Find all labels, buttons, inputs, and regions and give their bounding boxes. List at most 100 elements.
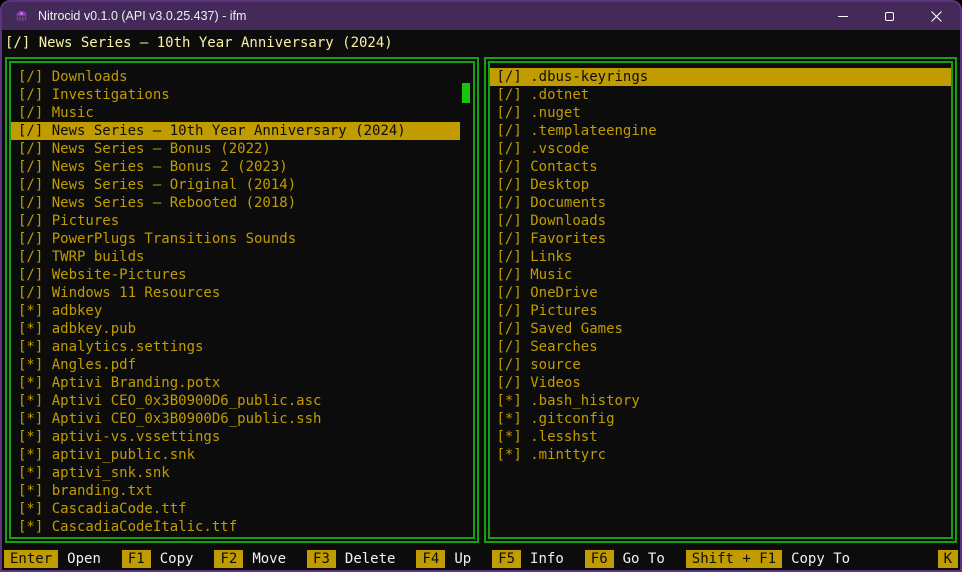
file-row[interactable]: [*] Angles.pdf [11, 356, 460, 374]
file-row[interactable]: [*]adbkey [11, 302, 460, 320]
file-row[interactable]: [*]branding.txt [11, 482, 460, 500]
close-button[interactable] [913, 2, 960, 30]
keybinding-key[interactable]: Shift + F1 [686, 550, 782, 568]
file-row[interactable]: [/] Contacts [490, 158, 952, 176]
file-row[interactable]: [*]Aptivi CEO_0x3B0900D6_public.ssh [11, 410, 460, 428]
entry-name: branding.txt [52, 483, 153, 499]
entry-type-marker: [*] [18, 411, 43, 427]
file-row[interactable]: [/]Links [490, 248, 952, 266]
entry-type-marker: [/] [497, 357, 522, 373]
file-row[interactable]: [*]aptivi_public.snk [11, 446, 460, 464]
file-row[interactable]: [*]Aptivi CEO_0x3B0900D6_public.asc [11, 392, 460, 410]
file-row[interactable]: [/].vscode [490, 140, 952, 158]
file-row[interactable]: [/]Searches [490, 338, 952, 356]
keybinding-key[interactable]: F6 [585, 550, 614, 568]
entry-name: aptivi_snk.snk [52, 465, 170, 481]
entry-name: Angles.pdf [52, 357, 136, 373]
file-row[interactable]: [/] News Series – Bonus 2 (2023) [11, 158, 460, 176]
entry-type-marker: [/] [497, 375, 522, 391]
file-row[interactable]: [*]adbkey.pub [11, 320, 460, 338]
titlebar[interactable]: Nitrocid v0.1.0 (API v3.0.25.437) - ifm [2, 2, 960, 30]
entry-type-marker: [/] [18, 195, 43, 211]
maximize-button[interactable] [866, 2, 913, 30]
entry-type-marker: [/] [18, 177, 43, 193]
file-row[interactable]: [/]Investigations [11, 86, 460, 104]
file-row[interactable]: [/]Downloads [490, 212, 952, 230]
file-row[interactable]: [/] News Series – Original (2014) [11, 176, 460, 194]
file-row[interactable]: [*]Aptivi Branding.potx [11, 374, 460, 392]
keybinding-key[interactable]: F2 [214, 550, 243, 568]
file-row-selected[interactable]: [/].dbus-keyrings [490, 68, 952, 86]
file-row[interactable]: [/]Desktop [490, 176, 952, 194]
entry-name: .dotnet [530, 87, 589, 103]
app-icon [14, 9, 29, 24]
left-file-panel: [/]Downloads[/]Investigations[/]Music[/]… [5, 57, 479, 543]
file-row[interactable]: [*]CascadiaCodeItalic.ttf [11, 518, 460, 536]
file-row[interactable]: [/] News Series – Rebooted (2018) [11, 194, 460, 212]
entry-type-marker: [*] [18, 375, 43, 391]
entry-type-marker: [/] [497, 123, 522, 139]
entry-type-marker: [*] [497, 447, 522, 463]
file-row-selected[interactable]: [/]News Series – 10th Year Anniversary (… [11, 122, 460, 140]
file-row[interactable]: [/]Music [490, 266, 952, 284]
entry-type-marker: [/] [18, 105, 43, 121]
file-row[interactable]: [/].dotnet [490, 86, 952, 104]
file-row[interactable]: [/]Windows 11 Resources [11, 284, 460, 302]
keybinding-k[interactable]: K [938, 550, 958, 568]
entry-name: adbkey.pub [52, 321, 136, 337]
keybinding-key[interactable]: F4 [416, 550, 445, 568]
entry-name: Website-Pictures [52, 267, 187, 283]
entry-type-marker: [/] [18, 141, 43, 157]
file-row[interactable]: [/]Videos [490, 374, 952, 392]
file-row[interactable]: [/]PowerPlugs Transitions Sounds [11, 230, 460, 248]
file-row[interactable]: [*] .minttyrc [490, 446, 952, 464]
entry-name: analytics.settings [52, 339, 204, 355]
file-row[interactable]: [*].bash_history [490, 392, 952, 410]
entry-name: News Series – Bonus (2022) [52, 141, 271, 157]
entry-type-marker: [/] [18, 159, 43, 175]
entry-type-marker: [/] [18, 249, 43, 265]
entry-name: News Series – Original (2014) [52, 177, 296, 193]
file-row[interactable]: [/]Favorites [490, 230, 952, 248]
file-row[interactable]: [/].nuget [490, 104, 952, 122]
file-row[interactable]: [/]Pictures [11, 212, 460, 230]
file-row[interactable]: [/]Website-Pictures [11, 266, 460, 284]
file-row[interactable]: [/]TWRP builds [11, 248, 460, 266]
entry-name: Favorites [530, 231, 606, 247]
file-row[interactable]: [*].gitconfig [490, 410, 952, 428]
entry-type-marker: [/] [497, 249, 522, 265]
keybinding-label: Up [454, 551, 471, 567]
right-file-list: [/].dbus-keyrings[/].dotnet[/].nuget[/].… [490, 63, 952, 464]
entry-type-marker: [/] [18, 87, 43, 103]
file-row[interactable]: [*].lesshst [490, 428, 952, 446]
entry-name: .minttyrc [530, 447, 606, 463]
keybinding-key[interactable]: Enter [4, 550, 58, 568]
file-row[interactable]: [/].templateengine [490, 122, 952, 140]
file-row[interactable]: [/] News Series – Bonus (2022) [11, 140, 460, 158]
entry-name: .gitconfig [530, 411, 614, 427]
entry-name: News Series – Bonus 2 (2023) [52, 159, 288, 175]
file-row[interactable]: [/]Documents [490, 194, 952, 212]
entry-name: Contacts [530, 159, 597, 175]
file-row[interactable]: [*]aptivi-vs.vssettings [11, 428, 460, 446]
file-row[interactable]: [/]Pictures [490, 302, 952, 320]
entry-type-marker: [*] [18, 357, 43, 373]
file-row[interactable]: [/]source [490, 356, 952, 374]
entry-type-marker: [/] [497, 159, 522, 175]
file-row[interactable]: [/]OneDrive [490, 284, 952, 302]
file-row[interactable]: [*]analytics.settings [11, 338, 460, 356]
left-scrollbar-thumb[interactable] [462, 83, 470, 103]
entry-name: News Series – Rebooted (2018) [52, 195, 296, 211]
file-row[interactable]: [/]Downloads [11, 68, 460, 86]
file-row[interactable]: [*]aptivi_snk.snk [11, 464, 460, 482]
app-window: Nitrocid v0.1.0 (API v3.0.25.437) - ifm … [0, 0, 962, 572]
keybinding-label: Info [530, 551, 564, 567]
file-row[interactable]: [*]CascadiaCode.ttf [11, 500, 460, 518]
left-file-list: [/]Downloads[/]Investigations[/]Music[/]… [11, 63, 473, 536]
keybinding-key[interactable]: F3 [307, 550, 336, 568]
keybinding-key[interactable]: F1 [122, 550, 151, 568]
minimize-button[interactable] [819, 2, 866, 30]
file-row[interactable]: [/]Saved Games [490, 320, 952, 338]
file-row[interactable]: [/]Music [11, 104, 460, 122]
keybinding-key[interactable]: F5 [492, 550, 521, 568]
